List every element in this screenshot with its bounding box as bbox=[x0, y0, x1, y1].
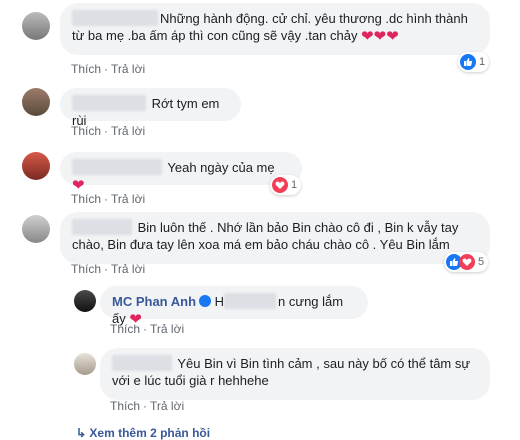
reply-text-start: H bbox=[214, 294, 225, 309]
avatar[interactable] bbox=[22, 88, 50, 116]
reaction-count[interactable]: 1 bbox=[458, 52, 490, 72]
comment-bubble: Những hành động. cử chỉ. yêu thương .dc … bbox=[60, 3, 490, 55]
comment-actions: Thích · Trả lời bbox=[71, 192, 146, 206]
reply-link[interactable]: Trả lời bbox=[111, 262, 145, 276]
like-link[interactable]: Thích bbox=[110, 322, 140, 336]
like-link[interactable]: Thích bbox=[71, 62, 101, 76]
reply-link[interactable]: Trả lời bbox=[111, 62, 145, 76]
comment-actions: Thích · Trả lời bbox=[71, 124, 146, 138]
reply-link[interactable]: Trả lời bbox=[111, 124, 145, 138]
reply-author-name[interactable]: MC Phan Anh bbox=[112, 294, 196, 309]
comment-actions: Thích · Trả lời bbox=[71, 262, 146, 276]
like-link[interactable]: Thích bbox=[71, 262, 101, 276]
redacted-text bbox=[224, 293, 277, 309]
reply-arrow-icon: ↳ bbox=[76, 426, 90, 440]
reaction-count-text: 1 bbox=[479, 56, 486, 68]
avatar[interactable] bbox=[22, 152, 50, 180]
reply-actions: Thích · Trả lời bbox=[110, 399, 185, 413]
reaction-count-text: 1 bbox=[291, 179, 298, 191]
reply-actions: Thích · Trả lời bbox=[110, 322, 185, 336]
comment-actions: Thích · Trả lời bbox=[71, 62, 146, 76]
reply-bubble: Yêu Bin vì Bin tình cảm , sau này bố có … bbox=[100, 348, 490, 400]
reply-link[interactable]: Trả lời bbox=[111, 192, 145, 206]
heart-emoji: ❤❤❤ bbox=[361, 28, 399, 45]
redacted-author-name bbox=[72, 159, 162, 175]
redacted-author-name bbox=[72, 95, 146, 111]
reply-bubble: MC Phan Anh Hn cưng lắm ấy ❤ bbox=[100, 286, 368, 328]
love-reaction-icon bbox=[459, 254, 475, 270]
avatar[interactable] bbox=[22, 12, 50, 40]
comment-text: Yeah ngày của mẹ bbox=[167, 160, 275, 175]
like-link[interactable]: Thích bbox=[71, 124, 101, 138]
redacted-author-name bbox=[72, 10, 158, 26]
like-link[interactable]: Thích bbox=[71, 192, 101, 206]
like-reaction-icon bbox=[460, 54, 476, 70]
avatar[interactable] bbox=[74, 290, 96, 312]
view-more-replies-link[interactable]: ↳ Xem thêm 2 phản hồi bbox=[76, 426, 210, 440]
redacted-author-name bbox=[112, 355, 172, 371]
love-reaction-icon bbox=[272, 177, 288, 193]
reply-link[interactable]: Trả lời bbox=[150, 322, 184, 336]
view-more-replies-label[interactable]: Xem thêm 2 phản hồi bbox=[89, 426, 210, 440]
comment-bubble: Bin luôn thế . Nhớ lần bảo Bin chào cô đ… bbox=[60, 212, 490, 264]
verified-badge-icon bbox=[199, 295, 212, 307]
avatar[interactable] bbox=[22, 215, 50, 243]
comment-bubble: Rớt tym em rùi bbox=[60, 88, 241, 128]
reaction-count[interactable]: 5 bbox=[444, 252, 489, 272]
redacted-author-name bbox=[72, 219, 132, 235]
reaction-count[interactable]: 1 bbox=[270, 175, 302, 195]
comment-bubble: Yeah ngày của mẹ ❤ bbox=[60, 152, 302, 194]
reply-link[interactable]: Trả lời bbox=[150, 399, 184, 413]
avatar[interactable] bbox=[74, 353, 96, 375]
reaction-count-text: 5 bbox=[478, 256, 485, 268]
like-link[interactable]: Thích bbox=[110, 399, 140, 413]
